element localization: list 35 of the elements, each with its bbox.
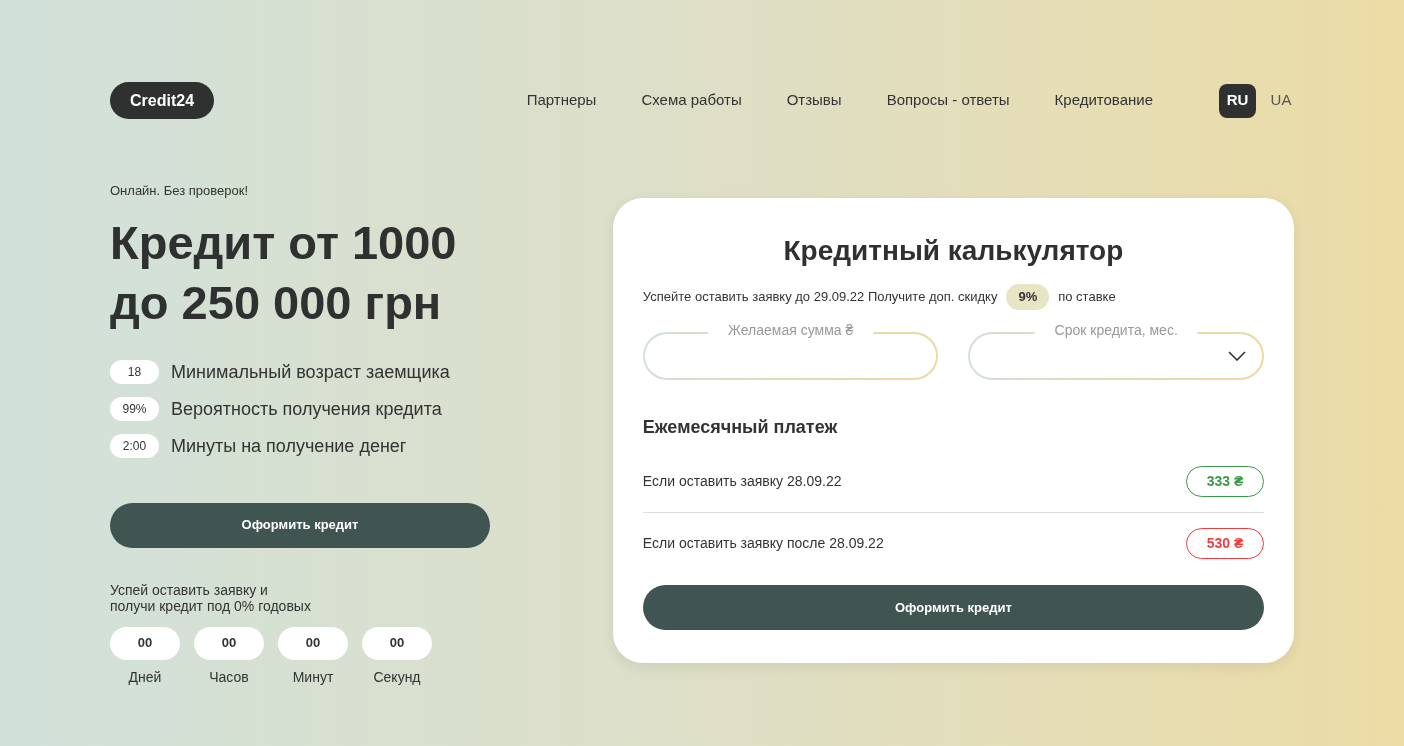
- countdown-label: Часов: [209, 667, 249, 687]
- logo[interactable]: Credit24: [110, 82, 215, 119]
- countdown-value: 00: [278, 626, 348, 660]
- fact-label: Минуты на получение денег: [171, 434, 407, 458]
- fact-value: 18: [110, 360, 159, 384]
- fact-label: Вероятность получения кредита: [171, 397, 442, 421]
- notice-text: Успейте оставить заявку до 29.09.22 Получите доп. скидку: [642, 288, 998, 307]
- countdown-label: Минут: [292, 667, 334, 687]
- nav-link[interactable]: Кредитование: [1054, 89, 1153, 112]
- nav-link[interactable]: Схема работы: [641, 89, 742, 112]
- apply-button[interactable]: Оформить кредит: [642, 585, 1264, 630]
- fact-value: 99%: [110, 397, 159, 421]
- tagline: Онлайн. Без проверок!: [110, 182, 250, 200]
- nav-link[interactable]: Партнеры: [526, 89, 597, 112]
- promo-text: Успей оставить заявку и получи кредит под 0% годовых: [110, 581, 312, 614]
- fact-value: 2:00: [110, 434, 159, 458]
- fact-label: Минимальный возраст заемщика: [171, 360, 450, 384]
- payment-title: Ежемесячный платеж: [642, 416, 839, 439]
- countdown-value: 00: [194, 626, 264, 660]
- notice-text: по ставке: [1058, 288, 1116, 307]
- discount-badge: 9%: [1006, 284, 1050, 310]
- language-option[interactable]: RU: [1219, 83, 1256, 118]
- language-option[interactable]: UA: [1268, 83, 1294, 118]
- apply-button[interactable]: Оформить кредит: [110, 502, 490, 548]
- countdown-value: 00: [110, 626, 180, 660]
- countdown-label: Секунд: [373, 667, 421, 687]
- chevron-down-icon: [1228, 351, 1246, 361]
- countdown-label: Дней: [128, 667, 162, 687]
- nav-link[interactable]: Отзывы: [786, 89, 842, 112]
- calculator-title: Кредитный калькулятор: [782, 234, 1125, 268]
- nav-link[interactable]: Вопросы - ответы: [886, 89, 1010, 112]
- countdown-value: 00: [362, 626, 432, 660]
- hero-title: Кредит от 1000 до 250 000 грн: [110, 214, 458, 331]
- payment-label: Если оставить заявку 28.09.22: [642, 472, 842, 491]
- payment-label: Если оставить заявку после 28.09.22: [642, 533, 884, 553]
